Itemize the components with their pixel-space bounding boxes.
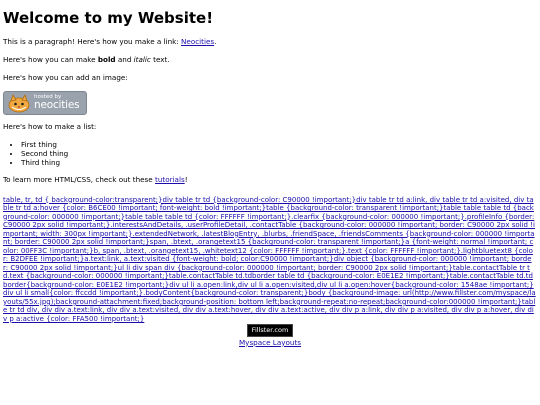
thing-list: First thing Second thing Third thing <box>3 140 537 167</box>
tutorials-link[interactable]: tutorials <box>155 175 185 184</box>
neocities-badge-text: hosted by neocities <box>34 94 80 111</box>
bold-text: bold <box>97 54 116 64</box>
list-item: First thing <box>21 140 537 149</box>
myspace-layouts-link[interactable]: Myspace Layouts <box>239 338 301 347</box>
formatting-text-start: Here's how you can make <box>3 54 98 64</box>
page-title: Welcome to my Website! <box>3 9 214 27</box>
myspace-layouts-wrap: Myspace Layouts <box>3 338 537 347</box>
formatting-text-end: text. <box>150 54 170 64</box>
css-dump-link[interactable]: table, tr, td { background-color:transpa… <box>3 196 536 324</box>
neocities-cat-icon <box>8 93 30 112</box>
formatting-text-mid: and <box>115 54 134 64</box>
paragraph-formatting: Here's how you can make bold and italic … <box>3 55 537 64</box>
tutorials-text-start: To learn more HTML/CSS, check out these <box>3 174 156 184</box>
paragraph-link-end: . <box>214 36 217 46</box>
paragraph-link: This is a paragraph! Here's how you make… <box>3 37 537 46</box>
fillster-badge-wrap: Fillster.com <box>3 324 537 337</box>
neocities-badge[interactable]: hosted by neocities <box>3 90 87 115</box>
fillster-badge[interactable]: Fillster.com <box>246 324 294 337</box>
paragraph-list: Here's how to make a list: <box>3 121 97 131</box>
list-item: Third thing <box>21 158 537 167</box>
tutorials-text-end: ! <box>184 174 188 184</box>
paragraph-link-text: This is a paragraph! Here's how you make… <box>3 36 182 46</box>
page: Welcome to my Website! This is a paragra… <box>0 0 540 405</box>
paragraph-tutorials: To learn more HTML/CSS, check out these … <box>3 175 537 184</box>
italic-text: italic <box>133 54 151 64</box>
badge-big-text: neocities <box>34 99 80 111</box>
paragraph-image: Here's how you can add an image: <box>3 72 128 82</box>
neocities-link[interactable]: Neocities <box>181 37 214 46</box>
list-item: Second thing <box>21 149 537 158</box>
